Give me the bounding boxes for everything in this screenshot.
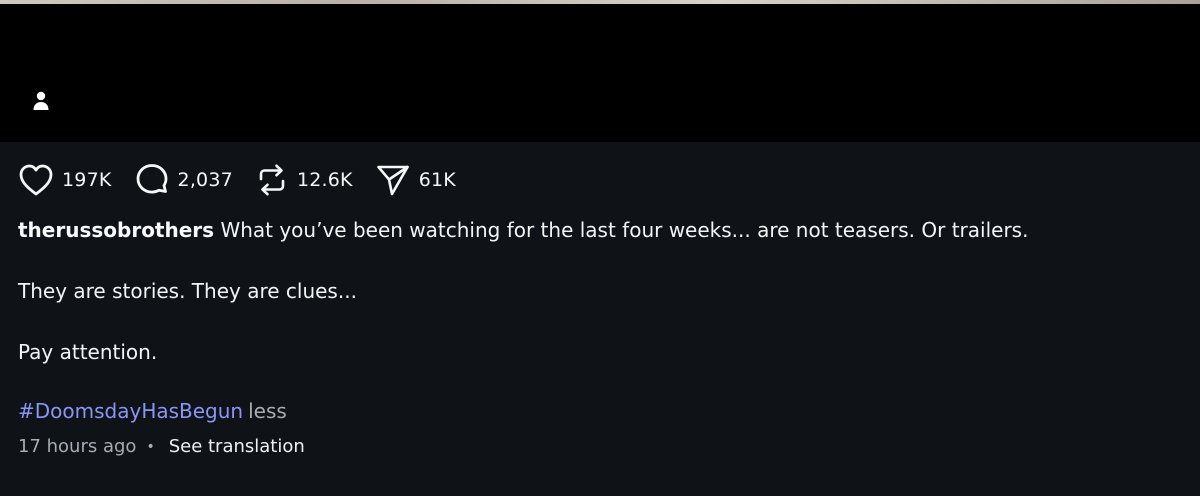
post-media[interactable] — [0, 4, 1200, 142]
post-timestamp: 17 hours ago — [18, 436, 137, 457]
hashtag-line: #DoomsdayHasBegun less — [18, 397, 287, 425]
meta-separator: • — [146, 439, 155, 455]
caption-text-1: What you’ve been watching for the last f… — [220, 218, 1029, 242]
repost-arrows-icon[interactable] — [255, 162, 289, 198]
like-action[interactable]: 197K — [18, 163, 112, 197]
post-actions: 197K 2,037 12.6K 61K — [18, 162, 478, 198]
post-meta: 17 hours ago • See translation — [18, 434, 305, 460]
paper-plane-icon[interactable] — [375, 162, 411, 198]
share-action[interactable]: 61K — [375, 162, 456, 198]
person-icon[interactable] — [32, 89, 50, 113]
hashtag-link[interactable]: #DoomsdayHasBegun — [18, 399, 243, 423]
caption-username[interactable]: therussobrothers — [18, 218, 214, 242]
share-count: 61K — [418, 169, 456, 191]
caption-line-3: Pay attention. — [18, 340, 158, 364]
comment-count: 2,037 — [177, 169, 233, 191]
heart-icon[interactable] — [18, 163, 54, 197]
like-count: 197K — [62, 169, 112, 191]
see-translation-button[interactable]: See translation — [169, 434, 305, 460]
comment-bubble-icon[interactable] — [134, 162, 170, 198]
post-caption: therussobrothers What you’ve been watchi… — [18, 216, 1178, 399]
caption-line-1: therussobrothers What you’ve been watchi… — [18, 216, 1178, 244]
repost-action[interactable]: 12.6K — [255, 162, 353, 198]
comment-action[interactable]: 2,037 — [134, 162, 233, 198]
caption-line-2: They are stories. They are clues... — [18, 279, 357, 303]
less-button[interactable]: less — [248, 399, 287, 423]
post-screen: 197K 2,037 12.6K 61K therussobrothers Wh… — [0, 0, 1200, 496]
repost-count: 12.6K — [296, 169, 353, 191]
